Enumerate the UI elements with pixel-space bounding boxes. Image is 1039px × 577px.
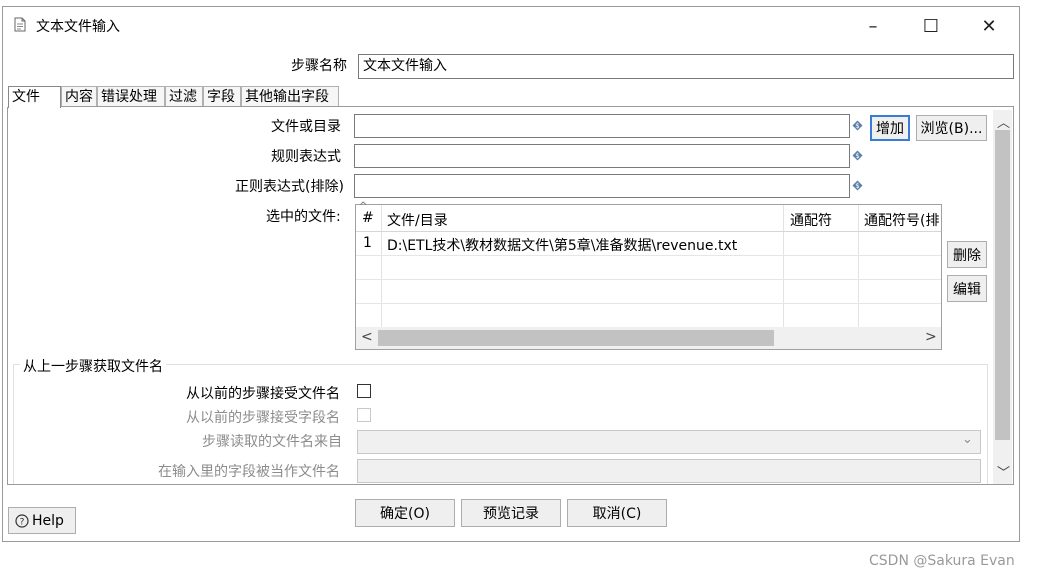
chevron-down-icon[interactable]: ⌄ (962, 432, 973, 447)
step-source-select[interactable] (357, 430, 981, 454)
scroll-left-icon[interactable]: < (361, 329, 373, 345)
tab-error-handling[interactable]: 错误处理 (97, 86, 165, 107)
file-or-dir-label: 文件或目录 (271, 119, 341, 135)
group-border-right (987, 364, 988, 484)
step-name-label: 步骤名称 (291, 58, 347, 74)
accept-filenames-label: 从以前的步骤接受文件名 (186, 386, 340, 402)
selected-files-label: 选中的文件: (266, 209, 341, 225)
edit-button[interactable]: 编辑 (947, 275, 987, 302)
variable-icon: $ (852, 180, 863, 191)
step-source-label: 步骤读取的文件名来自 (202, 434, 342, 450)
step-name-input[interactable]: 文本文件输入 (358, 54, 1014, 79)
help-icon: ? (15, 513, 29, 528)
field-as-filename-label: 在输入里的字段被当作文件名 (158, 464, 340, 480)
maximize-button[interactable]: ☐ (908, 10, 954, 42)
scrollbar-thumb[interactable] (378, 330, 774, 346)
tab-fields[interactable]: 字段 (203, 86, 241, 107)
svg-text:?: ? (20, 517, 25, 527)
variable-icon: $ (852, 150, 863, 161)
ok-button[interactable]: 确定(O) (355, 499, 455, 527)
scroll-right-icon[interactable]: > (925, 329, 937, 345)
row-path[interactable]: D:\ETL技术\教材数据文件\第5章\准备数据\revenue.txt (387, 235, 737, 255)
window-title: 文本文件输入 (36, 19, 120, 35)
row-num: 1 (363, 235, 372, 251)
help-label: Help (32, 512, 64, 529)
column-header-wildcard[interactable]: 通配符 (790, 210, 832, 230)
close-button[interactable]: ✕ (966, 10, 1012, 42)
preview-button[interactable]: 预览记录 (461, 499, 561, 527)
selected-files-table[interactable]: ^ # 文件/目录 通配符 通配符号(排 1 D:\ETL技术\教材数据文件\第… (355, 201, 942, 350)
tab-file[interactable]: 文件 (8, 86, 61, 108)
svg-text:$: $ (855, 182, 859, 190)
minimize-button[interactable]: – (850, 10, 896, 42)
file-or-dir-input[interactable] (354, 114, 850, 138)
scroll-down-icon[interactable]: ﹀ (997, 462, 1010, 481)
tab-other-output-fields[interactable]: 其他输出字段 (241, 86, 339, 107)
accept-filenames-checkbox[interactable] (357, 384, 371, 398)
accept-fieldnames-label: 从以前的步骤接受字段名 (186, 410, 340, 426)
column-header-wildcard-exclude[interactable]: 通配符号(排 (864, 210, 941, 230)
regex-exclude-input[interactable] (354, 174, 850, 198)
accept-fieldnames-checkbox[interactable] (357, 408, 371, 422)
column-header-num[interactable]: # (362, 210, 374, 226)
prev-step-group-title: 从上一步骤获取文件名 (20, 356, 166, 376)
regex-exclude-label: 正则表达式(排除) (235, 179, 344, 195)
field-as-filename-input[interactable] (357, 459, 981, 483)
tab-filter[interactable]: 过滤 (165, 86, 203, 107)
browse-button[interactable]: 浏览(B)... (916, 115, 987, 141)
column-header-path[interactable]: 文件/目录 (387, 210, 448, 230)
delete-button[interactable]: 删除 (947, 241, 987, 268)
svg-text:$: $ (855, 122, 859, 130)
group-border-left (13, 364, 14, 484)
tab-content[interactable]: 内容 (61, 86, 97, 107)
scroll-up-icon[interactable]: ︿ (997, 112, 1010, 131)
cancel-button[interactable]: 取消(C) (567, 499, 667, 527)
add-button[interactable]: 增加 (870, 115, 910, 141)
vertical-scrollbar-thumb[interactable] (995, 130, 1010, 440)
vertical-scrollbar[interactable]: ︿ ﹀ (993, 110, 1012, 484)
regex-label: 规则表达式 (271, 149, 341, 165)
document-icon (14, 17, 26, 32)
watermark-text: CSDN @Sakura Evan (869, 553, 1015, 569)
regex-input[interactable] (354, 144, 850, 168)
variable-icon: $ (852, 120, 863, 131)
horizontal-scrollbar[interactable]: < > (356, 327, 941, 349)
svg-text:$: $ (855, 152, 859, 160)
help-button[interactable]: ? Help (8, 507, 76, 534)
